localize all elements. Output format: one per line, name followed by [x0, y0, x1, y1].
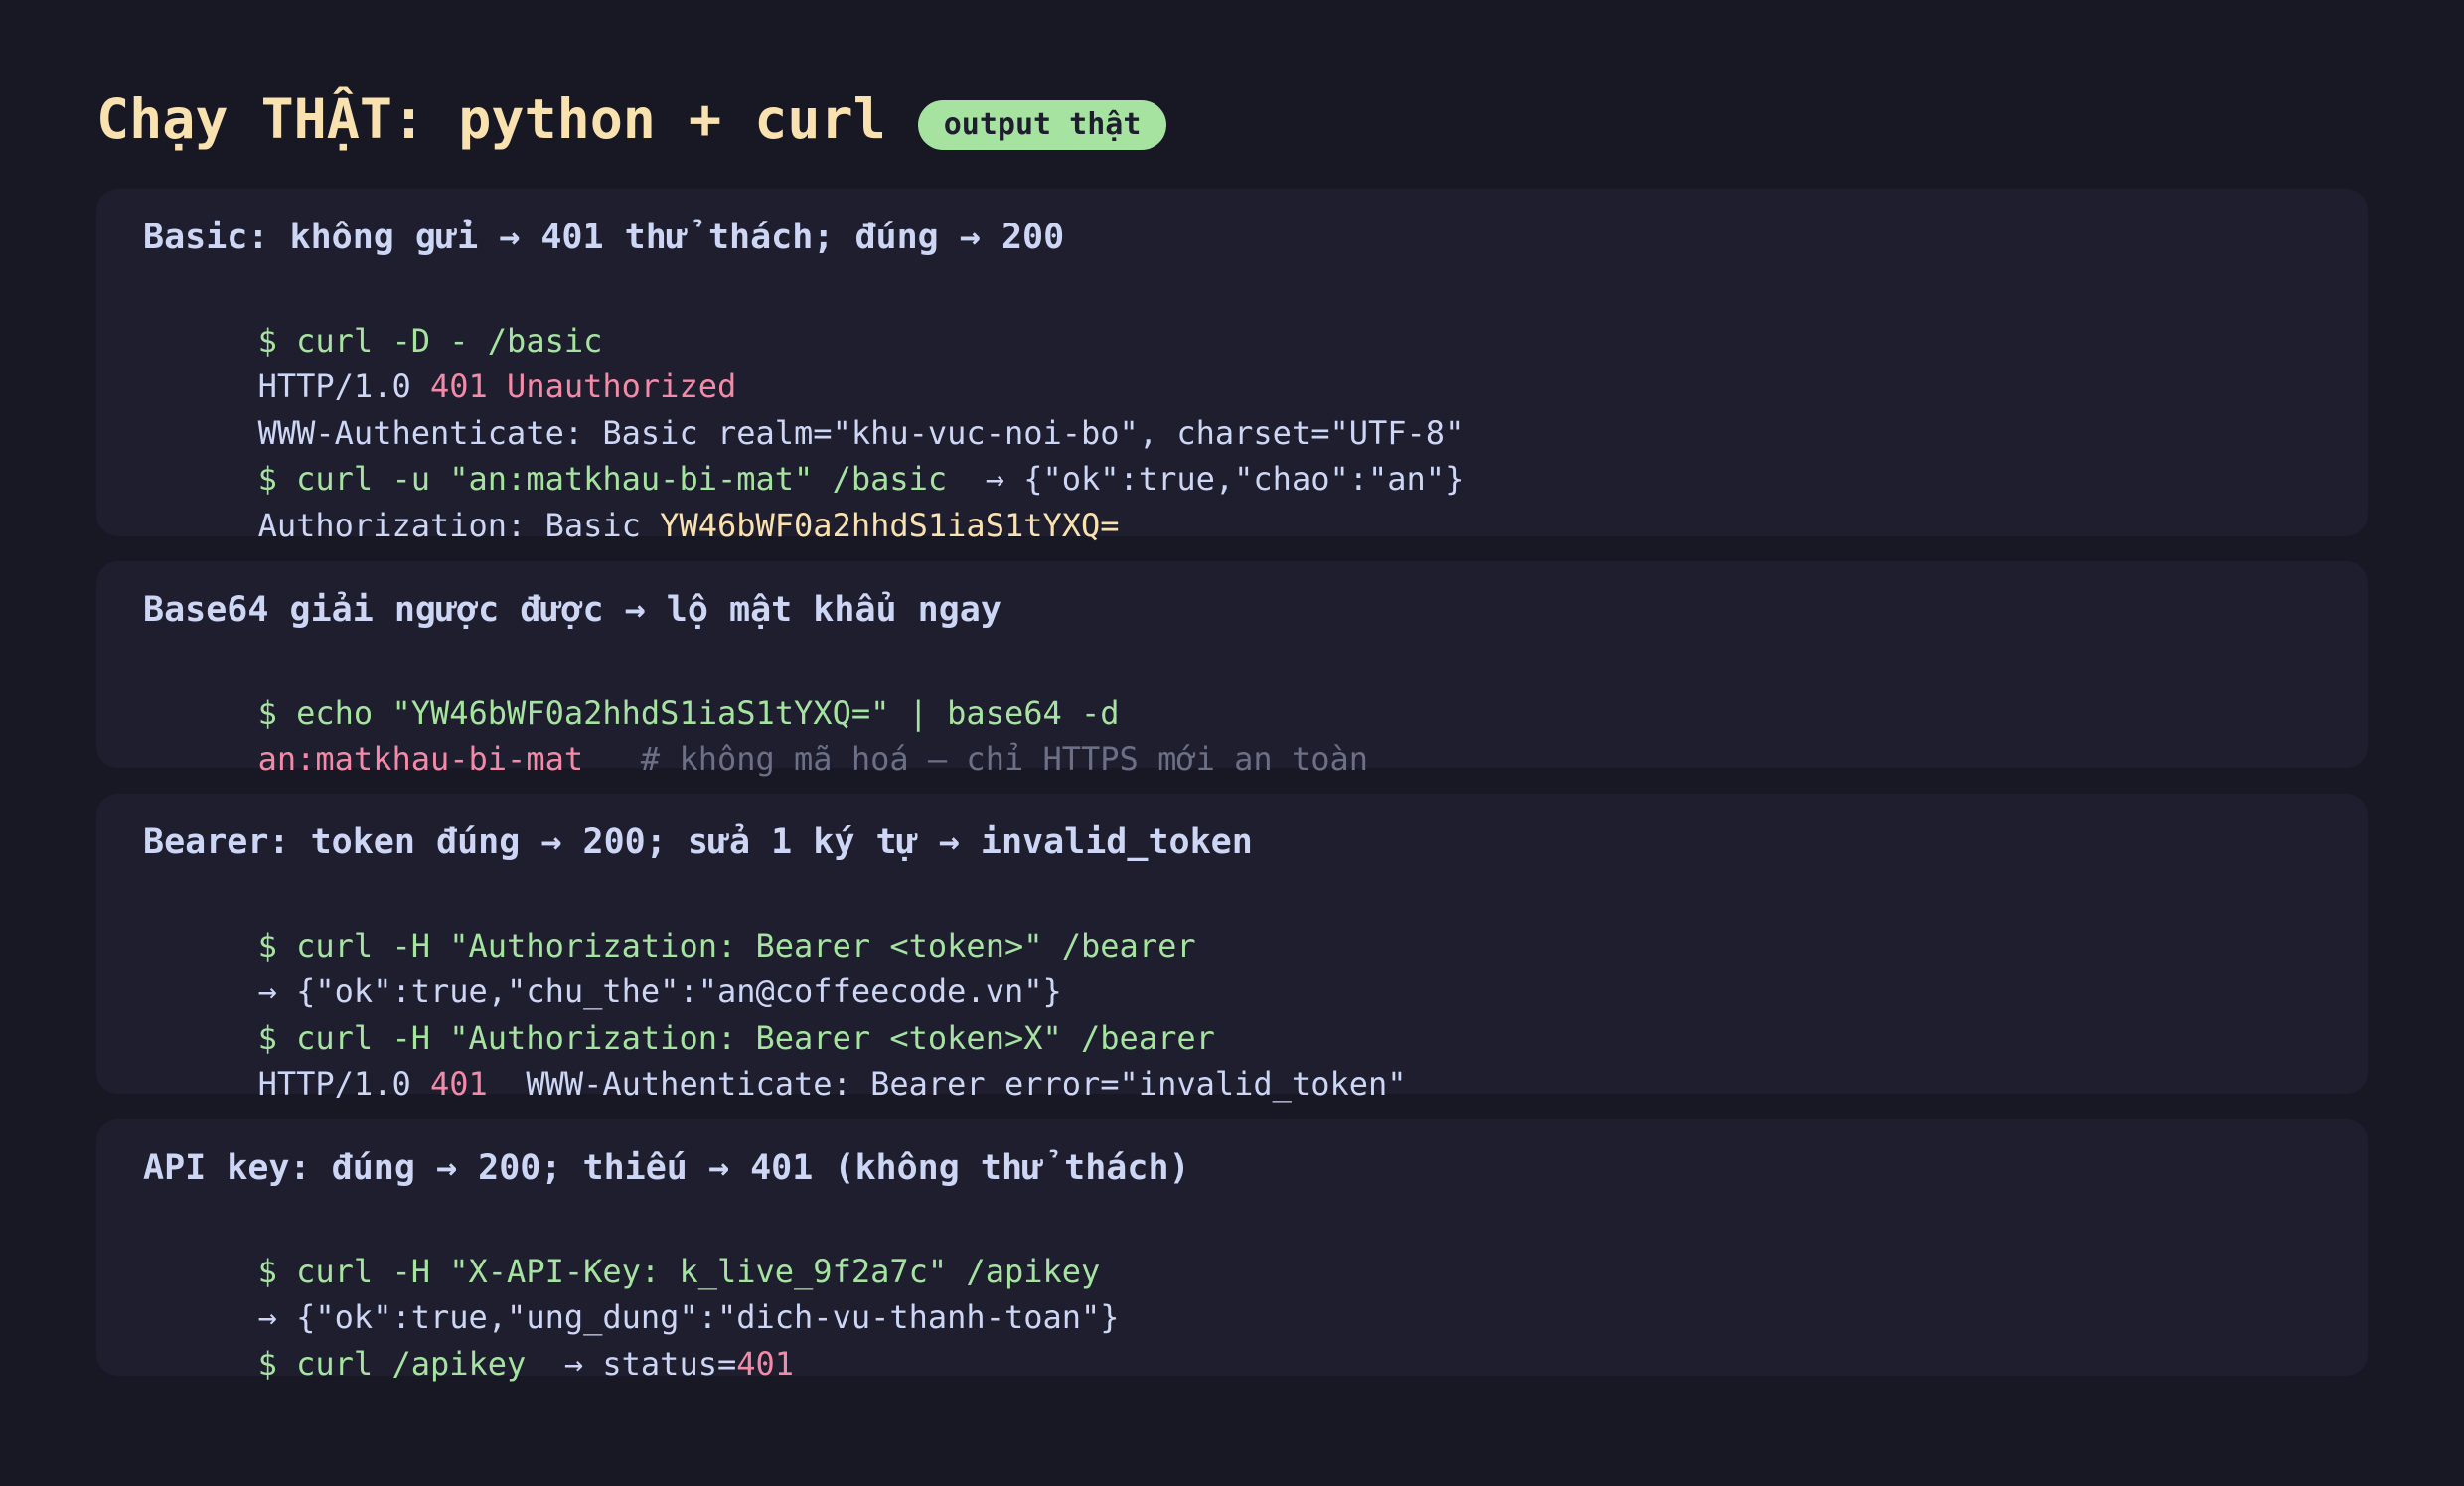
- error-text: an:matkhau-bi-mat: [257, 740, 584, 778]
- output-text: WWW-Authenticate: Basic realm="khu-vuc-n…: [257, 413, 1464, 452]
- card-title: Basic: không gửi → 401 thử thách; đúng →…: [143, 218, 1065, 257]
- command-text: $ curl -u "an:matkhau-bi-mat" /basic: [257, 460, 948, 498]
- output-text: HTTP/1.0: [257, 368, 430, 405]
- command-text: $ curl -H "Authorization: Bearer <token>…: [257, 926, 1196, 965]
- card-bearer: Bearer: token đúng → 200; sửa 1 ký tự → …: [96, 794, 2368, 1103]
- page-title: Chạy THẬT: python + curl: [96, 87, 886, 151]
- command-text: $ curl -H "Authorization: Bearer <token>…: [257, 1018, 1215, 1057]
- card-api-key: API key: đúng → 200; thiếu → 401 (không …: [96, 1119, 2368, 1383]
- terminal-line: $ curl -H "Authorization: Bearer <token>…: [143, 876, 2368, 965]
- output-text: Authorization: Basic: [257, 506, 661, 544]
- terminal-line: $ curl -D - /basic: [143, 271, 2368, 360]
- output-text: → status=: [526, 1344, 737, 1383]
- page: Chạy THẬT: python + curl output thật Bas…: [0, 0, 2464, 1486]
- command-text: $ curl /apikey: [257, 1344, 527, 1383]
- card-title: Bearer: token đúng → 200; sửa 1 ký tự → …: [143, 822, 1253, 862]
- output-text: WWW-Authenticate: Bearer error="invalid_…: [487, 1065, 1407, 1103]
- output-text: → {"ok":true,"chu_the":"an@coffeecode.vn…: [257, 972, 1062, 1010]
- terminal-line: $ curl -H "X-API-Key: k_live_9f2a7c" /ap…: [143, 1202, 2368, 1290]
- command-text: $ curl -D - /basic: [257, 321, 603, 360]
- output-text: HTTP/1.0: [257, 1065, 430, 1103]
- card-base64: Base64 giải ngược được → lộ mật khẩu nga…: [96, 561, 2368, 778]
- highlight-text: YW46bWF0a2hhdS1iaS1tYXQ=: [660, 506, 1120, 544]
- output-text: → {"ok":true,"chao":"an"}: [947, 460, 1464, 498]
- command-text: $ curl -H "X-API-Key: k_live_9f2a7c" /ap…: [257, 1252, 1101, 1290]
- terminal-line: $ echo "YW46bWF0a2hhdS1iaS1tYXQ=" | base…: [143, 644, 2368, 732]
- error-text: 401 Unauthorized: [429, 368, 737, 405]
- error-text: 401: [736, 1344, 795, 1383]
- card-title: Base64 giải ngược được → lộ mật khẩu nga…: [143, 590, 1001, 630]
- header: Chạy THẬT: python + curl output thật: [96, 79, 1167, 159]
- command-text: $ echo "YW46bWF0a2hhdS1iaS1tYXQ=" | base…: [257, 693, 1120, 732]
- card-basic-auth: Basic: không gửi → 401 thử thách; đúng →…: [96, 189, 2368, 544]
- output-badge: output thật: [917, 100, 1167, 150]
- error-text: 401: [429, 1065, 488, 1103]
- card-title: API key: đúng → 200; thiếu → 401 (không …: [143, 1148, 1190, 1188]
- output-text: → {"ok":true,"ung_dung":"dich-vu-thanh-t…: [257, 1298, 1120, 1336]
- comment-text: # không mã hoá — chỉ HTTPS mới an toàn: [583, 740, 1368, 778]
